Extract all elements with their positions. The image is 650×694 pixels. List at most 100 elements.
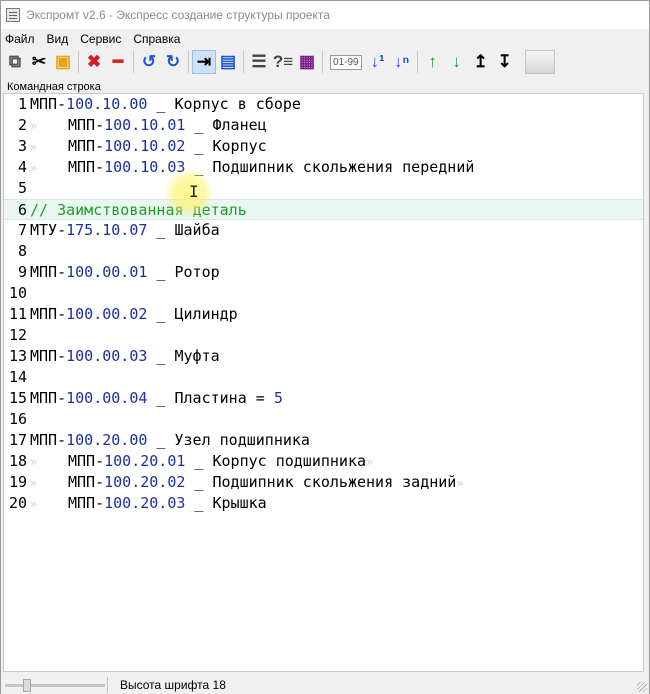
code-text: _ Фланец bbox=[185, 116, 267, 134]
undo-icon: ↺ bbox=[141, 52, 157, 71]
command-line-label: Командная строка bbox=[7, 81, 101, 93]
editor-line[interactable]: 12 bbox=[4, 325, 643, 346]
code-text: _ Муфта bbox=[147, 347, 220, 365]
sort-n-icon: ↓ⁿ bbox=[393, 52, 410, 71]
menu-item-2[interactable]: Вид bbox=[43, 31, 77, 47]
code-text: МПП- bbox=[68, 452, 105, 470]
line-text: МПП-100.00.01 _ Ротор bbox=[30, 262, 220, 283]
align-button[interactable]: ☰ bbox=[247, 50, 271, 74]
find-replace-button[interactable]: ?≡ bbox=[271, 50, 295, 74]
level-down-button[interactable]: ↧ bbox=[493, 50, 517, 74]
line-number: 2 bbox=[17, 116, 27, 134]
code-text: МПП- bbox=[30, 95, 67, 113]
editor-line[interactable]: 18» МПП-100.20.01 _ Корпус подшипника» bbox=[4, 451, 643, 472]
toolbar-separator bbox=[133, 51, 134, 73]
code-text: МПП- bbox=[30, 431, 67, 449]
editor-line[interactable]: 20» МПП-100.20.03 _ Крышка bbox=[4, 493, 643, 514]
code-text: _ Узел подшипника bbox=[147, 431, 310, 449]
editor-line[interactable]: 16 bbox=[4, 409, 643, 430]
remove-line-button[interactable]: ━ bbox=[106, 50, 130, 74]
code-comment: // Заимствованная деталь bbox=[30, 201, 247, 219]
code-number: 100.20.03 bbox=[104, 494, 186, 512]
find-replace-icon: ?≡ bbox=[272, 52, 294, 71]
code-editor[interactable]: 1 МПП-100.10.00 _ Корпус в сборе 2» МПП-100… bbox=[3, 93, 644, 672]
editor-line[interactable]: 13 МПП-100.00.03 _ Муфта bbox=[4, 346, 643, 367]
editor-line[interactable]: 9 МПП-100.00.01 _ Ротор bbox=[4, 262, 643, 283]
editor-line[interactable]: 10 bbox=[4, 283, 643, 304]
line-end-marker-icon: » bbox=[456, 476, 464, 490]
menu-item-3[interactable]: Сервис bbox=[76, 31, 129, 47]
numbering-range[interactable]: 01-99 bbox=[330, 54, 362, 70]
line-text: » МПП-100.20.03 _ Крышка bbox=[30, 493, 267, 515]
toolbar-overflow-button[interactable] bbox=[524, 50, 555, 74]
editor-line[interactable]: 1 МПП-100.10.00 _ Корпус в сборе bbox=[4, 94, 643, 115]
indent-marker-icon: » bbox=[30, 140, 38, 154]
paste-icon: ▣ bbox=[54, 52, 72, 71]
editor-line[interactable]: 4» МПП-100.10.03 _ Подшипник скольжения п… bbox=[4, 157, 643, 178]
toolbar-separator bbox=[188, 51, 189, 73]
resize-grip-icon[interactable] bbox=[637, 682, 647, 692]
editor-line[interactable]: 14 bbox=[4, 367, 643, 388]
line-text: МПП-100.10.00 _ Корпус в сборе bbox=[30, 94, 301, 115]
indent-marker-icon: » bbox=[30, 476, 38, 490]
line-number: 1 bbox=[17, 95, 27, 113]
status-bar: Высота шрифта 18 bbox=[1, 676, 649, 694]
sort-one-button[interactable]: ↓¹ bbox=[366, 50, 390, 74]
code-text: _ Подшипник скольжения передний bbox=[185, 158, 475, 176]
indent-marker-icon: » bbox=[30, 455, 38, 469]
line-number: 12 bbox=[8, 326, 27, 344]
toolbar-separator bbox=[78, 51, 79, 73]
editor-line[interactable]: 11 МПП-100.00.02 _ Цилиндр bbox=[4, 304, 643, 325]
font-size-slider[interactable] bbox=[5, 678, 105, 692]
redo-icon: ↻ bbox=[165, 52, 181, 71]
line-number: 9 bbox=[17, 263, 27, 281]
editor-line[interactable]: 7 МТУ-175.10.07 _ Шайба bbox=[4, 220, 643, 241]
redo-button[interactable]: ↻ bbox=[161, 50, 185, 74]
move-down-button[interactable]: ↓ bbox=[445, 50, 469, 74]
copy-icon: ⧉ bbox=[8, 52, 22, 71]
menu-item-4[interactable]: Справка bbox=[129, 31, 188, 47]
line-text: МПП-100.00.02 _ Цилиндр bbox=[30, 304, 238, 325]
sort-n-button[interactable]: ↓ⁿ bbox=[390, 50, 414, 74]
editor-line[interactable]: 8 bbox=[4, 241, 643, 262]
code-text: МПП- bbox=[68, 137, 105, 155]
menu-item-1[interactable]: Файл bbox=[1, 31, 43, 47]
undo-button[interactable]: ↺ bbox=[137, 50, 161, 74]
line-number: 17 bbox=[8, 431, 27, 449]
line-number: 20 bbox=[8, 494, 27, 512]
line-number: 16 bbox=[8, 410, 27, 428]
code-text: МПП- bbox=[30, 347, 67, 365]
code-number: 100.20.00 bbox=[66, 431, 148, 449]
document-button[interactable]: ▤ bbox=[216, 50, 240, 74]
code-text: _ Цилиндр bbox=[147, 305, 238, 323]
paste-button[interactable]: ▣ bbox=[51, 50, 75, 74]
code-text: МПП- bbox=[68, 494, 105, 512]
cut-icon: ✂ bbox=[31, 52, 47, 71]
indent-button[interactable]: ⇥ bbox=[192, 50, 216, 74]
indent-marker-icon: » bbox=[30, 119, 38, 133]
editor-line[interactable]: 19» МПП-100.20.02 _ Подшипник скольжения … bbox=[4, 472, 643, 493]
slider-thumb[interactable] bbox=[23, 679, 31, 692]
toolbar-separator bbox=[322, 51, 323, 73]
card-button[interactable]: ▦ bbox=[295, 50, 319, 74]
level-up-button[interactable]: ↥ bbox=[469, 50, 493, 74]
code-text: _ Пластина = bbox=[147, 389, 274, 407]
delete-button[interactable]: ✖ bbox=[82, 50, 106, 74]
editor-line[interactable]: 3» МПП-100.10.02 _ Корпус bbox=[4, 136, 643, 157]
editor-line[interactable]: 2» МПП-100.10.01 _ Фланец bbox=[4, 115, 643, 136]
editor-line[interactable]: 6// Заимствованная деталь bbox=[4, 199, 643, 220]
editor-line[interactable]: 15 МПП-100.00.04 _ Пластина = 5 bbox=[4, 388, 643, 409]
editor-line[interactable]: 17 МПП-100.20.00 _ Узел подшипника bbox=[4, 430, 643, 451]
code-number: 100.10.00 bbox=[66, 95, 148, 113]
slider-track bbox=[5, 684, 105, 687]
cut-button[interactable]: ✂ bbox=[27, 50, 51, 74]
code-text: МТУ- bbox=[30, 221, 67, 239]
move-up-button[interactable]: ↑ bbox=[421, 50, 445, 74]
code-text: МПП- bbox=[30, 389, 67, 407]
editor-line[interactable]: 5 bbox=[4, 178, 643, 199]
copy-button[interactable]: ⧉ bbox=[3, 50, 27, 74]
code-number: 100.00.02 bbox=[66, 305, 148, 323]
code-number: 100.10.02 bbox=[104, 137, 186, 155]
line-text: » МПП-100.10.02 _ Корпус bbox=[30, 136, 267, 158]
menu-bar: Файл Вид Сервис Справка bbox=[1, 31, 188, 47]
